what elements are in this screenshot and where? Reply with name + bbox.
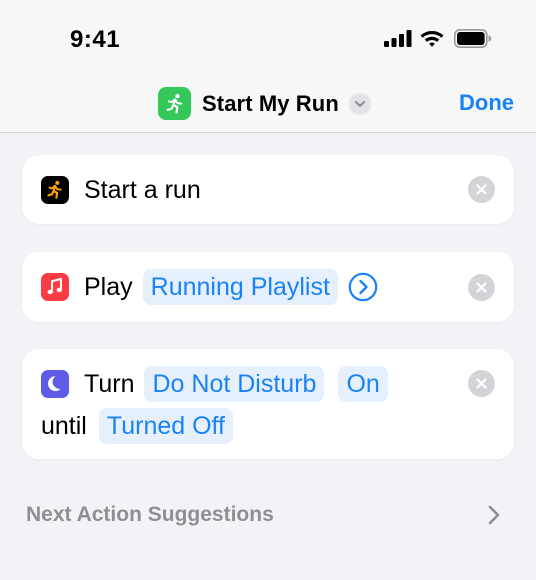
chevron-down-icon[interactable]: [348, 92, 371, 115]
action-card-play-music[interactable]: Play Running Playlist: [22, 252, 514, 322]
state-parameter[interactable]: On: [338, 366, 388, 402]
playlist-parameter[interactable]: Running Playlist: [142, 269, 338, 305]
action-verb: Play: [84, 272, 133, 301]
battery-icon: [454, 29, 492, 48]
close-icon: [476, 378, 487, 389]
until-label: until: [41, 411, 87, 440]
running-figure-icon: [158, 87, 191, 120]
action-verb: Turn: [84, 369, 135, 398]
shortcut-title[interactable]: Start My Run: [158, 87, 371, 120]
focus-mode-parameter[interactable]: Do Not Disturb: [144, 366, 325, 402]
page-title: Start My Run: [202, 90, 339, 116]
expand-options-icon[interactable]: [348, 272, 378, 302]
cellular-signal-icon: [384, 30, 412, 47]
next-action-suggestions[interactable]: Next Action Suggestions: [26, 500, 500, 530]
status-time: 9:41: [70, 26, 121, 53]
suggestions-label: Next Action Suggestions: [26, 503, 274, 526]
close-icon: [476, 282, 487, 293]
navigation-header: 9:41 Start My Run Done: [0, 0, 536, 133]
close-icon: [476, 184, 487, 195]
remove-action-button[interactable]: [468, 274, 495, 301]
action-card-focus[interactable]: Turn Do Not Disturb On until Turned Off: [22, 349, 514, 459]
remove-action-button[interactable]: [468, 176, 495, 203]
until-parameter[interactable]: Turned Off: [98, 408, 233, 444]
remove-action-button[interactable]: [468, 370, 495, 397]
done-button[interactable]: Done: [459, 90, 514, 116]
chevron-right-icon: [488, 505, 500, 525]
wifi-icon: [420, 31, 444, 47]
action-card-start-run[interactable]: Start a run: [22, 155, 514, 224]
music-note-icon: [41, 273, 69, 301]
running-figure-icon: [41, 176, 69, 204]
action-label: Start a run: [84, 175, 201, 204]
moon-icon: [41, 370, 69, 398]
